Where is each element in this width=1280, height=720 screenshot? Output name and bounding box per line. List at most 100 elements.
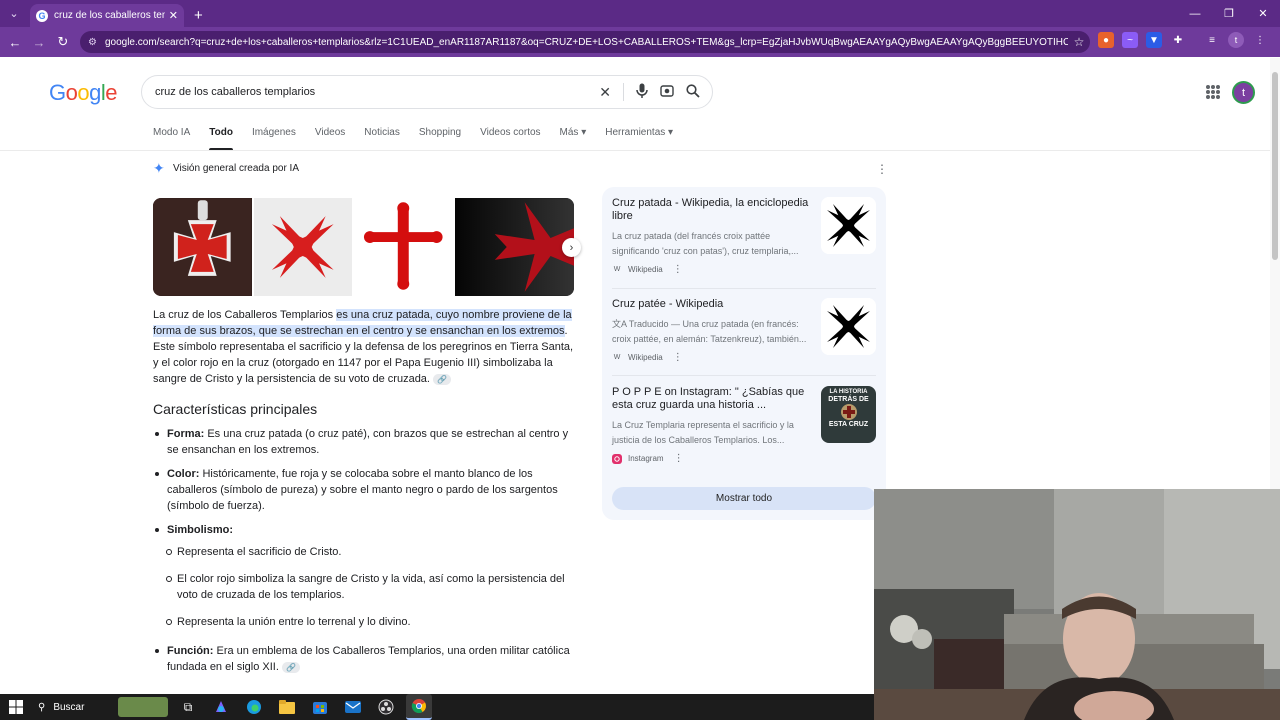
tab-modo-ia[interactable]: Modo IA (153, 127, 190, 149)
task-view-icon[interactable]: ⧉ (175, 694, 201, 720)
carousel-next-icon[interactable]: › (562, 238, 581, 257)
taskbar-search[interactable]: ⚲ Buscar (32, 697, 168, 717)
browser-menu-icon[interactable]: ⋮ (1252, 32, 1268, 48)
clear-icon[interactable]: ✕ (599, 84, 611, 101)
tab-noticias[interactable]: Noticias (364, 127, 400, 149)
source-title[interactable]: Cruz patée - Wikipedia (612, 298, 812, 311)
source-title[interactable]: P O P P E on Instagram: " ¿Sabías que es… (612, 386, 812, 412)
site-info-icon[interactable]: ⚙ (88, 37, 97, 48)
red-cross-pattee-image[interactable] (253, 198, 353, 296)
more-options-icon[interactable]: ⋮ (673, 264, 683, 275)
wave-extension-icon[interactable]: ~ (1122, 32, 1138, 48)
more-options-icon[interactable]: ⋮ (673, 352, 683, 363)
browser-tab-bar: ⌄ G cruz de los caballeros templarios ✕ … (0, 0, 1280, 27)
close-tab-icon[interactable]: ✕ (169, 9, 178, 22)
source-thumbnail[interactable] (821, 298, 876, 355)
bookmark-star-icon[interactable]: ☆ (1068, 35, 1090, 49)
tab-videos-cortos[interactable]: Videos cortos (480, 127, 540, 149)
tab-search-icon[interactable]: ⌄ (0, 0, 28, 27)
item-label: Forma: (167, 428, 205, 440)
source-card-3[interactable]: P O P P E on Instagram: " ¿Sabías que es… (612, 386, 876, 464)
source-meta: Instagram ⋮ (612, 453, 876, 464)
tab-videos[interactable]: Videos (315, 127, 345, 149)
logo-letter: G (49, 80, 66, 105)
header-divider (0, 150, 1270, 151)
source-thumbnail[interactable] (821, 197, 876, 254)
cross-pendant-image[interactable] (153, 198, 252, 296)
camera-lens-icon[interactable] (660, 84, 674, 101)
windows-taskbar: ⚲ Buscar ⧉ (0, 694, 874, 720)
citation-link-icon[interactable]: 🔗 (433, 373, 452, 385)
new-tab-button[interactable]: + (194, 4, 203, 27)
list-item: Función: Era un emblema de los Caballero… (153, 643, 573, 675)
ai-overview-title: Visión general creada por IA (173, 162, 300, 174)
address-bar[interactable]: ⚙ google.com/search?q=cruz+de+los+caball… (80, 31, 1090, 53)
source-snippet: 文A Traducido — Una cruz patada (en franc… (612, 317, 818, 347)
store-icon[interactable] (307, 694, 333, 720)
tab-imagenes[interactable]: Imágenes (252, 127, 296, 149)
microphone-icon[interactable] (636, 83, 648, 101)
show-all-button[interactable]: Mostrar todo (612, 487, 876, 510)
tab-todo[interactable]: Todo (209, 127, 233, 151)
list-item: Color: Históricamente, fue roja y se col… (153, 466, 573, 514)
divider (612, 375, 876, 376)
source-thumbnail[interactable]: LA HISTORIA DETRÁS DE ESTA CRUZ (821, 386, 876, 443)
item-text: Es una cruz patada (o cruz paté), con br… (167, 428, 569, 456)
screen: ⌄ G cruz de los caballeros templarios ✕ … (0, 0, 1280, 720)
thumb-caption: LA HISTORIA (829, 389, 868, 395)
citation-link-icon[interactable]: 🔗 (281, 661, 300, 673)
source-card-2[interactable]: Cruz patée - Wikipedia 文A Traducido — Un… (612, 298, 876, 363)
shield-extension-icon[interactable]: ▼ (1146, 32, 1162, 48)
search-input[interactable] (155, 86, 600, 98)
scrollbar-thumb[interactable] (1272, 72, 1278, 260)
search-highlight-image (118, 697, 168, 717)
browser-profile-avatar[interactable]: t (1228, 32, 1244, 48)
puzzle-extensions-icon[interactable]: ✚ (1170, 32, 1186, 48)
red-cross-botonnee-image[interactable] (354, 198, 453, 296)
source-snippet: La cruz patada (del francés croix pattée… (612, 231, 799, 256)
account-avatar[interactable]: t (1232, 81, 1255, 104)
cross-medallion-icon (840, 404, 857, 420)
file-explorer-icon[interactable] (274, 694, 300, 720)
sub-list-item: El color rojo simboliza la sangre de Cri… (153, 571, 573, 603)
browser-tab[interactable]: G cruz de los caballeros templarios ✕ (30, 4, 184, 27)
edge-icon[interactable] (241, 694, 267, 720)
logo-letter: o (77, 80, 90, 105)
source-card-1[interactable]: Cruz patada - Wikipedia, la enciclopedia… (612, 197, 876, 275)
close-window-button[interactable]: ✕ (1246, 0, 1280, 27)
red-cross-black-bg-image[interactable] (454, 198, 574, 296)
tab-shopping[interactable]: Shopping (419, 127, 461, 149)
google-logo[interactable]: Google (49, 80, 118, 106)
mail-icon[interactable] (340, 694, 366, 720)
search-box[interactable]: ✕ (141, 75, 713, 109)
chrome-icon[interactable] (406, 694, 432, 720)
more-options-icon[interactable]: ⋮ (876, 162, 888, 176)
restore-button[interactable]: ❐ (1212, 0, 1246, 27)
image-carousel (153, 198, 574, 296)
more-options-icon[interactable]: ⋮ (674, 453, 684, 464)
reload-button[interactable]: ↻ (51, 27, 75, 57)
list-item: Forma: Es una cruz patada (o cruz paté),… (153, 426, 573, 458)
search-actions: ✕ (599, 83, 700, 101)
url-text: google.com/search?q=cruz+de+los+caballer… (104, 36, 1068, 48)
fox-extension-icon[interactable]: ● (1098, 32, 1114, 48)
reading-list-icon[interactable]: ≡ (1204, 32, 1220, 48)
copilot-icon[interactable] (208, 694, 234, 720)
extensions-area: ● ~ ▼ ✚ ≡ t ⋮ (1098, 32, 1268, 48)
source-title[interactable]: Cruz patada - Wikipedia, la enciclopedia… (612, 197, 812, 223)
search-icon: ⚲ (38, 701, 46, 713)
tab-herramientas[interactable]: Herramientas ▾ (605, 127, 673, 149)
minimize-button[interactable]: — (1178, 0, 1212, 27)
google-apps-icon[interactable] (1206, 85, 1220, 99)
wikipedia-icon: W (613, 266, 621, 273)
section-heading: Características principales (153, 401, 318, 417)
page-scrollbar[interactable] (1270, 58, 1280, 489)
logo-letter: g (89, 80, 101, 105)
forward-button[interactable]: → (27, 27, 51, 57)
search-icon[interactable] (686, 83, 700, 101)
windows-start-icon[interactable] (0, 694, 32, 720)
back-button[interactable]: ← (3, 27, 27, 57)
divider (623, 83, 624, 101)
tab-mas[interactable]: Más ▾ (560, 127, 587, 149)
obs-icon[interactable] (373, 694, 399, 720)
